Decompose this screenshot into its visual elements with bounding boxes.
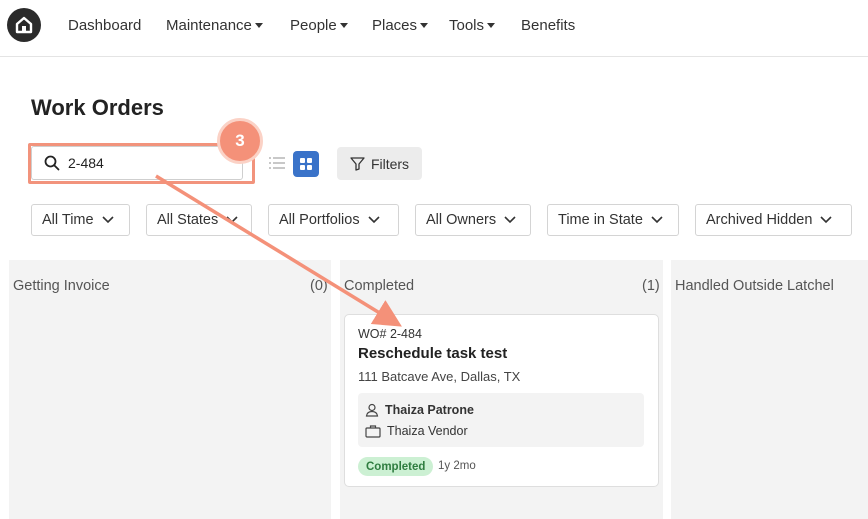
chevron-down-icon — [368, 216, 380, 224]
owners-filter-label: All Owners — [426, 212, 497, 228]
caret-down-icon — [420, 23, 429, 28]
people-box — [358, 393, 644, 447]
owners-filter-dropdown[interactable]: All Owners — [415, 204, 531, 236]
column-title: Completed — [344, 278, 415, 294]
nav-places[interactable]: Places — [372, 17, 429, 34]
status-badge: Completed — [358, 457, 434, 476]
time-in-state-label: Time in State — [558, 212, 643, 228]
column-handled-outside — [671, 260, 868, 519]
nav-people[interactable]: People — [290, 17, 348, 34]
states-filter-dropdown[interactable]: All States — [146, 204, 252, 236]
column-count: (0) — [310, 278, 328, 294]
work-order-number: WO# 2-484 — [358, 327, 422, 341]
nav-tools-label: Tools — [449, 17, 485, 34]
states-filter-label: All States — [157, 212, 219, 228]
filters-label: Filters — [370, 155, 410, 172]
chevron-down-icon — [102, 216, 114, 224]
chevron-down-icon — [226, 216, 238, 224]
caret-down-icon — [487, 23, 496, 28]
work-order-title[interactable]: Reschedule task test — [358, 345, 507, 362]
home-logo-icon[interactable] — [7, 8, 41, 42]
briefcase-icon — [365, 425, 381, 438]
nav-maintenance-label: Maintenance — [166, 17, 252, 34]
nav-dashboard[interactable]: Dashboard — [68, 17, 141, 34]
column-getting-invoice — [9, 260, 331, 519]
column-title: Handled Outside Latchel — [675, 278, 834, 294]
portfolios-filter-label: All Portfolios — [279, 212, 360, 228]
column-title: Getting Invoice — [13, 278, 110, 294]
nav-tools[interactable]: Tools — [449, 17, 496, 34]
chevron-down-icon — [651, 216, 663, 224]
nav-places-label: Places — [372, 17, 418, 34]
page-title: Work Orders — [31, 95, 164, 120]
chevron-down-icon — [504, 216, 516, 224]
time-filter-label: All Time — [42, 212, 94, 228]
portfolios-filter-dropdown[interactable]: All Portfolios — [268, 204, 399, 236]
list-view-icon[interactable] — [266, 152, 288, 174]
chevron-down-icon — [820, 216, 832, 224]
tenant-row: Thaiza Patrone — [365, 403, 474, 417]
archived-filter-dropdown[interactable]: Archived Hidden — [695, 204, 852, 236]
archived-filter-label: Archived Hidden — [706, 212, 813, 228]
column-count: (1) — [642, 278, 660, 294]
grid-view-icon[interactable] — [293, 151, 319, 177]
age-label: 1y 2mo — [438, 460, 476, 472]
nav-benefits-label: Benefits — [521, 17, 576, 34]
nav-maintenance[interactable]: Maintenance — [166, 17, 263, 34]
caret-down-icon — [254, 23, 263, 28]
vendor-row: Thaiza Vendor — [365, 424, 468, 438]
vendor-name: Thaiza Vendor — [387, 424, 468, 438]
tenant-name: Thaiza Patrone — [385, 403, 474, 417]
top-navigation: Dashboard Maintenance People Places Tool… — [0, 0, 868, 57]
person-icon — [365, 403, 379, 417]
filters-button[interactable]: Filters — [337, 147, 422, 180]
time-filter-dropdown[interactable]: All Time — [31, 204, 130, 236]
nav-benefits[interactable]: Benefits — [521, 17, 575, 34]
nav-people-label: People — [290, 17, 337, 34]
filter-icon — [350, 156, 365, 171]
work-order-address: 111 Batcave Ave, Dallas, TX — [358, 369, 521, 384]
time-in-state-dropdown[interactable]: Time in State — [547, 204, 679, 236]
step-number-badge: 3 — [217, 118, 263, 164]
nav-dashboard-label: Dashboard — [68, 17, 142, 34]
caret-down-icon — [339, 23, 348, 28]
